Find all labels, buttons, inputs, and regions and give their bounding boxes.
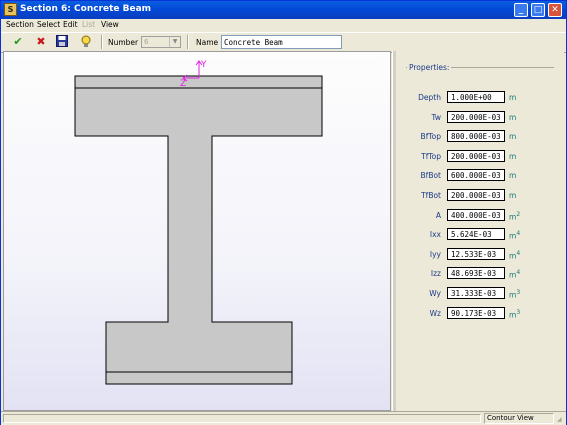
property-value-field[interactable]: 1.000E+00 [447, 91, 505, 103]
property-label: Izz [430, 269, 441, 278]
property-unit: m [509, 93, 516, 102]
property-value-field[interactable]: 12.533E-03 [447, 248, 505, 260]
property-label: BfTop [420, 132, 441, 141]
toolbar: ✔ ✖ Number 6 ▼ Name Concrete Beam [1, 32, 566, 53]
unit-symbol: m [509, 93, 517, 102]
property-label: Ixx [429, 230, 441, 239]
window-title: Section 6: Concrete Beam [20, 4, 152, 14]
property-value-field[interactable]: 90.173E-03 [447, 307, 505, 319]
status-view-mode: Contour View [484, 413, 554, 424]
section-window: S Section 6: Concrete Beam _ □ ✕ Section… [0, 0, 567, 425]
property-value-field[interactable]: 200.000E-03 [447, 189, 505, 201]
name-label: Name [196, 38, 219, 47]
property-value-field[interactable]: 5.624E-03 [447, 228, 505, 240]
y-axis-label: Y [200, 60, 207, 70]
property-value-field[interactable]: 48.693E-03 [447, 267, 505, 279]
property-label: Wz [429, 309, 441, 318]
resize-grip-icon[interactable]: ◢ [557, 416, 565, 424]
property-unit: m2 [509, 211, 520, 222]
property-unit: m4 [509, 250, 520, 261]
property-value-field[interactable]: 600.000E-03 [447, 169, 505, 181]
help-icon[interactable] [79, 35, 93, 49]
i-beam-section [74, 75, 323, 385]
property-label: Iyy [429, 250, 441, 259]
property-unit: m4 [509, 230, 520, 241]
axis-indicator [182, 60, 203, 82]
property-unit: m [509, 113, 516, 122]
toolbar-separator [101, 35, 103, 49]
menu-edit[interactable]: Edit [63, 20, 78, 29]
number-value: 6 [144, 38, 149, 46]
menu-select[interactable]: Select [37, 20, 60, 29]
status-message [3, 414, 481, 423]
property-unit: m [509, 152, 516, 161]
title-bar[interactable]: S Section 6: Concrete Beam _ □ ✕ [1, 1, 566, 19]
property-label: TfTop [421, 152, 441, 161]
unit-exponent: 3 [516, 289, 521, 296]
property-label: TfBot [421, 191, 441, 200]
property-unit: m3 [509, 289, 520, 300]
unit-symbol: m [509, 191, 517, 200]
beam-drawing: Y Z [74, 60, 323, 385]
property-label: Tw [431, 113, 441, 122]
maximize-button[interactable]: □ [531, 3, 545, 17]
close-button[interactable]: ✕ [548, 3, 562, 17]
minimize-button[interactable]: _ [514, 3, 528, 17]
property-unit: m4 [509, 269, 520, 280]
beam-outline [74, 75, 323, 385]
z-axis-label: Z [180, 79, 186, 89]
property-label: A [435, 211, 441, 220]
delete-icon[interactable]: ✖ [34, 35, 48, 49]
status-bar: Contour View ◢ [1, 411, 566, 425]
menu-section[interactable]: Section [6, 20, 34, 29]
number-label: Number [108, 38, 139, 47]
check-icon[interactable]: ✔ [11, 35, 25, 49]
app-icon[interactable]: S [4, 3, 17, 16]
menu-bar: Section Select Edit List View [1, 19, 566, 32]
property-label: Depth [418, 93, 441, 102]
property-unit: m [509, 171, 516, 180]
menu-view[interactable]: View [101, 20, 119, 29]
toolbar-separator [187, 35, 189, 49]
unit-exponent: 4 [516, 269, 521, 276]
number-select[interactable]: 6 ▼ [141, 36, 181, 48]
unit-exponent: 3 [516, 309, 521, 316]
unit-symbol: m [509, 152, 517, 161]
chevron-down-icon[interactable]: ▼ [169, 37, 180, 47]
property-value-field[interactable]: 800.000E-03 [447, 130, 505, 142]
property-value-field[interactable]: 400.000E-03 [447, 209, 505, 221]
properties-title: Properties: [407, 63, 452, 72]
property-unit: m [509, 191, 516, 200]
property-unit: m3 [509, 309, 520, 320]
unit-exponent: 4 [516, 250, 521, 257]
property-value-field[interactable]: 200.000E-03 [447, 150, 505, 162]
property-unit: m [509, 132, 516, 141]
unit-symbol: m [509, 171, 517, 180]
unit-exponent: 2 [516, 211, 521, 218]
unit-symbol: m [509, 113, 517, 122]
property-label: BfBot [420, 171, 441, 180]
property-value-field[interactable]: 31.333E-03 [447, 287, 505, 299]
unit-exponent: 4 [516, 230, 521, 237]
section-canvas[interactable]: Y Z [3, 51, 391, 411]
property-label: Wy [429, 289, 441, 298]
menu-list[interactable]: List [82, 20, 95, 29]
save-icon[interactable] [55, 35, 69, 49]
unit-symbol: m [509, 132, 517, 141]
name-field[interactable]: Concrete Beam [221, 35, 342, 49]
property-value-field[interactable]: 200.000E-03 [447, 111, 505, 123]
